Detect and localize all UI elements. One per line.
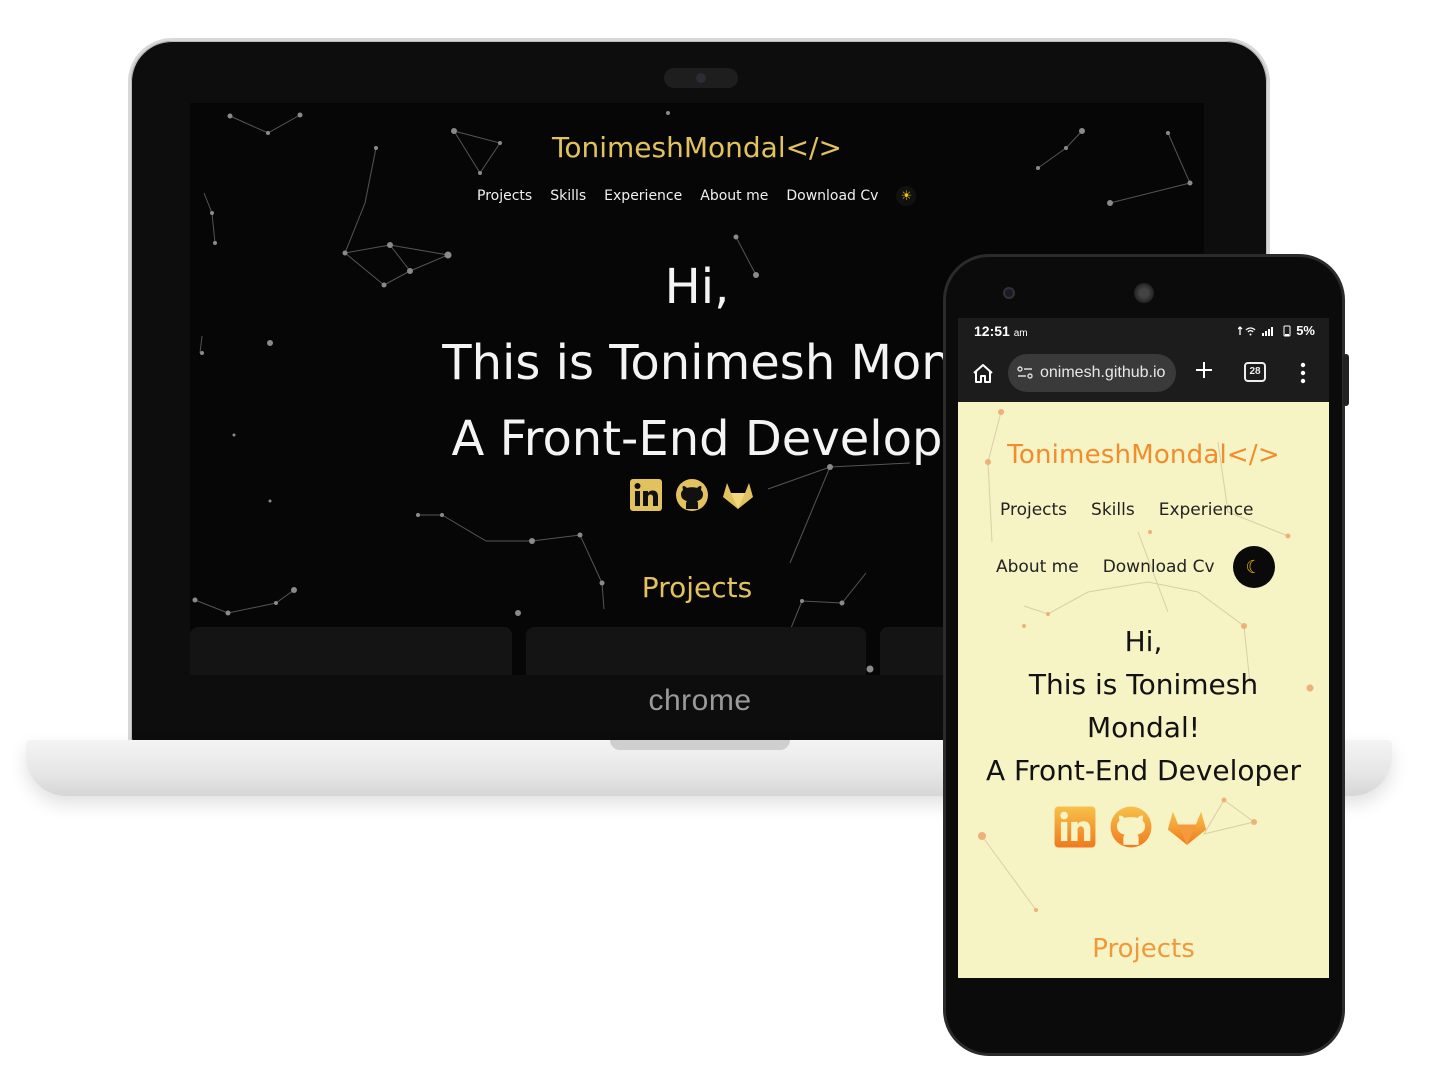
site-nav: Projects Skills Experience About me Down… bbox=[477, 186, 917, 206]
new-tab-icon[interactable] bbox=[1192, 358, 1216, 382]
hero-line: Mondal! bbox=[1087, 711, 1200, 744]
nav-projects[interactable]: Projects bbox=[477, 188, 532, 204]
linkedin-icon[interactable] bbox=[1052, 804, 1098, 850]
section-title-projects: Projects bbox=[1092, 934, 1195, 964]
social-links bbox=[1052, 804, 1210, 850]
github-icon[interactable] bbox=[1108, 804, 1154, 850]
github-icon[interactable] bbox=[674, 477, 710, 513]
address-bar[interactable]: onimesh.github.io bbox=[1008, 354, 1176, 392]
url-text: onimesh.github.io bbox=[1040, 364, 1166, 381]
nav-experience[interactable]: Experience bbox=[604, 188, 682, 204]
hero-line: This is Tonimesh bbox=[1028, 668, 1259, 701]
phone-front-camera bbox=[1003, 287, 1015, 299]
status-time: 12:51 am bbox=[974, 323, 1028, 339]
social-links bbox=[628, 477, 756, 513]
nav-projects[interactable]: Projects bbox=[1000, 500, 1067, 520]
sun-icon[interactable]: ☀ bbox=[896, 186, 917, 206]
battery-icon bbox=[1283, 325, 1291, 336]
nav-about-me[interactable]: About me bbox=[700, 188, 768, 204]
nav-download-cv[interactable]: Download Cv bbox=[1103, 557, 1215, 577]
site-settings-icon[interactable] bbox=[1016, 364, 1034, 382]
laptop-hinge-notch bbox=[610, 740, 790, 750]
nav-download-cv[interactable]: Download Cv bbox=[786, 188, 878, 204]
site-logo[interactable]: TonimeshMondal</> bbox=[190, 131, 1204, 164]
status-bar: 12:51 am 5% bbox=[958, 318, 1329, 346]
status-indicators: 5% bbox=[1238, 323, 1315, 338]
battery-level: 5% bbox=[1296, 323, 1315, 338]
mobile-site: TonimeshMondal</> Projects Skills Experi… bbox=[958, 402, 1329, 978]
site-logo[interactable]: TonimeshMondal</> bbox=[958, 440, 1329, 470]
phone-side-button bbox=[1343, 354, 1349, 406]
hero-text: Hi, This is Tonimesh Mondal! A Front-End… bbox=[958, 620, 1329, 792]
moon-icon[interactable]: ☾ bbox=[1232, 546, 1275, 588]
more-menu-icon[interactable] bbox=[1298, 360, 1308, 386]
device-mockup: TonimeshMondal</> Projects Skills Experi… bbox=[0, 0, 1452, 1084]
gitlab-icon[interactable] bbox=[1164, 804, 1210, 850]
site-nav-row: Projects Skills Experience bbox=[1000, 500, 1254, 520]
nav-skills[interactable]: Skills bbox=[550, 188, 586, 204]
hero-line: Hi, bbox=[1124, 625, 1163, 658]
hero-line: A Front-End Developer bbox=[985, 754, 1302, 787]
browser-toolbar: onimesh.github.io 28 bbox=[958, 348, 1329, 400]
tab-switcher-icon[interactable]: 28 bbox=[1244, 362, 1266, 382]
gitlab-icon[interactable] bbox=[720, 477, 756, 513]
nav-skills[interactable]: Skills bbox=[1091, 500, 1135, 520]
phone-speaker bbox=[1134, 283, 1154, 303]
phone-screen: 12:51 am 5% onimesh.github.io 28 Tonimes… bbox=[958, 318, 1329, 978]
project-card[interactable] bbox=[526, 627, 866, 675]
nav-experience[interactable]: Experience bbox=[1159, 500, 1254, 520]
site-nav-row: About me Download Cv ☾ bbox=[996, 546, 1275, 588]
signal-wifi-icon bbox=[1238, 325, 1274, 336]
home-icon[interactable] bbox=[970, 361, 996, 387]
nav-about-me[interactable]: About me bbox=[996, 557, 1079, 577]
linkedin-icon[interactable] bbox=[628, 477, 664, 513]
project-card[interactable] bbox=[190, 627, 512, 675]
laptop-camera bbox=[664, 68, 738, 88]
laptop-brand-label: chrome bbox=[648, 684, 752, 717]
